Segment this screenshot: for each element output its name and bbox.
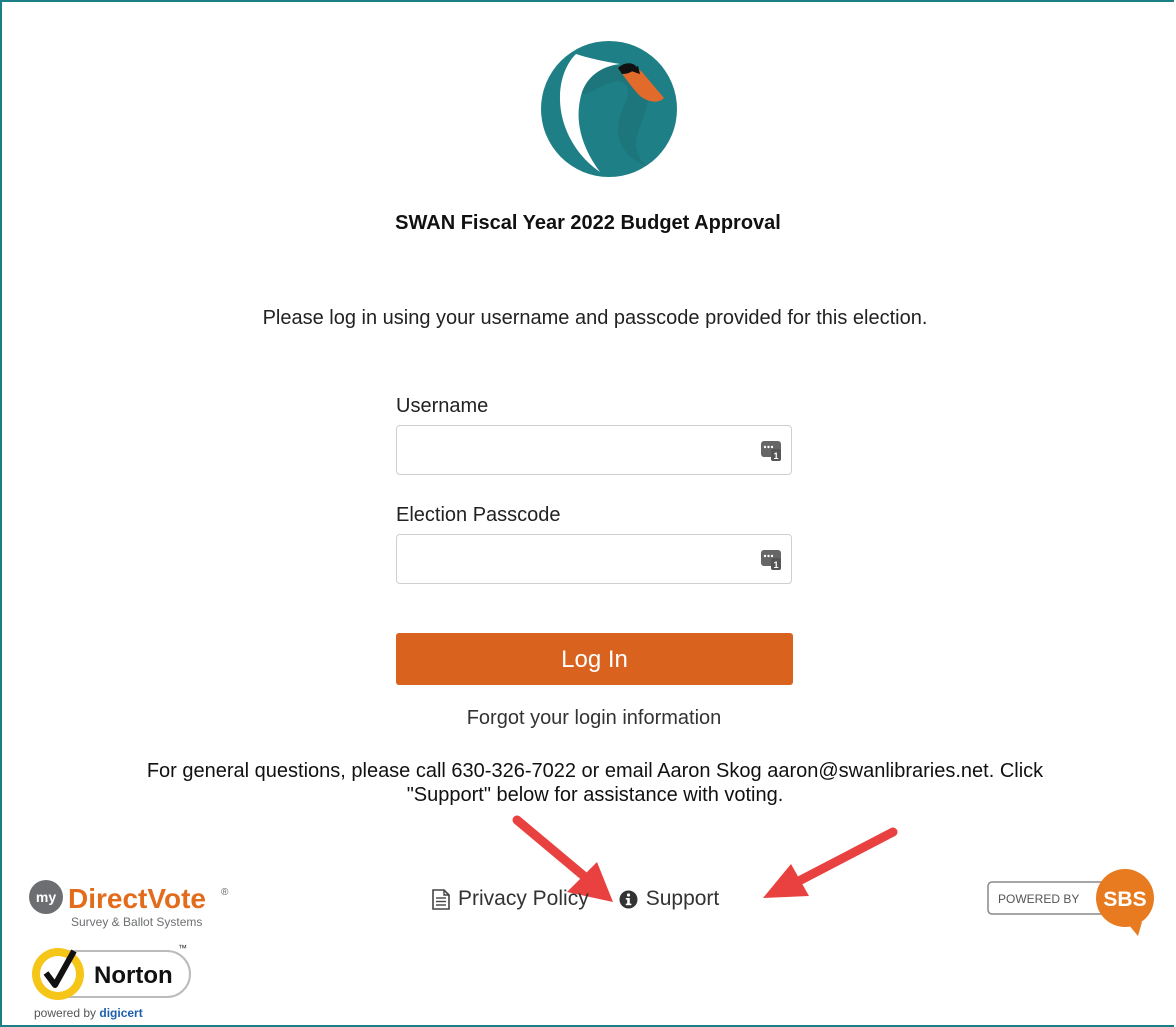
passcode-label: Election Passcode bbox=[396, 504, 561, 526]
passcode-field-box: 1 bbox=[396, 534, 792, 584]
norton-trademark: ™ bbox=[178, 943, 187, 953]
general-questions-text: For general questions, please call 630-3… bbox=[40, 759, 1150, 807]
username-field-box: 1 bbox=[396, 425, 792, 475]
sbs-powered-by-text: POWERED BY bbox=[998, 892, 1079, 906]
general-questions-line-2: "Support" below for assistance with voti… bbox=[406, 784, 784, 806]
general-questions-line-1: For general questions, please call 630-3… bbox=[146, 760, 1044, 782]
sbs-name: SBS bbox=[1103, 888, 1146, 911]
passcode-input[interactable] bbox=[407, 535, 751, 583]
norton-badge: Norton ™ powered by digicert bbox=[32, 943, 191, 1020]
login-instructions: Please log in using your username and pa… bbox=[262, 307, 928, 329]
svg-text:1: 1 bbox=[773, 451, 778, 461]
login-button[interactable]: Log In bbox=[396, 633, 793, 685]
powered-by-sbs-badge: POWERED BY SBS bbox=[987, 869, 1154, 936]
document-icon bbox=[432, 888, 450, 910]
password-manager-icon[interactable]: 1 bbox=[761, 548, 781, 570]
norton-name: Norton bbox=[94, 962, 173, 989]
footer-links: Privacy Policy Support bbox=[432, 887, 719, 911]
page-title: SWAN Fiscal Year 2022 Budget Approval bbox=[395, 212, 781, 234]
svg-text:powered by digicert: powered by digicert bbox=[34, 1006, 143, 1020]
privacy-policy-link[interactable]: Privacy Policy bbox=[432, 887, 589, 911]
username-label: Username bbox=[396, 395, 489, 417]
mdv-registered-mark: ® bbox=[221, 887, 229, 898]
mdv-brand-text: DirectVote bbox=[68, 883, 206, 914]
mydirectvote-logo: my DirectVote ® Survey & Ballot Systems bbox=[29, 880, 229, 929]
support-link[interactable]: Support bbox=[619, 887, 720, 911]
info-icon bbox=[619, 890, 638, 908]
norton-powered-by: powered by bbox=[34, 1006, 99, 1020]
username-input[interactable] bbox=[407, 426, 751, 474]
mdv-my-text: my bbox=[36, 889, 56, 905]
password-manager-icon[interactable]: 1 bbox=[761, 439, 781, 461]
swan-logo bbox=[541, 41, 677, 177]
mdv-tagline: Survey & Ballot Systems bbox=[71, 915, 202, 929]
red-arrow-right bbox=[763, 827, 898, 898]
support-label: Support bbox=[645, 887, 720, 910]
privacy-policy-label: Privacy Policy bbox=[458, 887, 589, 910]
svg-text:1: 1 bbox=[773, 560, 778, 570]
digicert-text: digicert bbox=[99, 1006, 142, 1020]
forgot-login-link[interactable]: Forgot your login information bbox=[0, 707, 1176, 730]
